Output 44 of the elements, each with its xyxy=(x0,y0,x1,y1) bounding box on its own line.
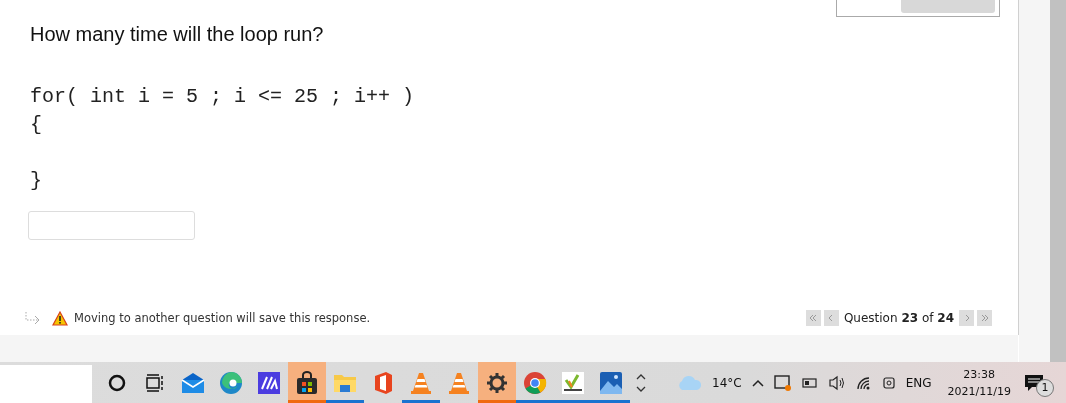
circle-icon xyxy=(107,372,127,393)
temperature-text[interactable]: 14°C xyxy=(712,375,742,390)
previous-question-button[interactable] xyxy=(823,310,839,326)
language-indicator[interactable]: ENG xyxy=(905,375,932,390)
scrollbar[interactable] xyxy=(1050,0,1066,362)
chevron-icon xyxy=(979,313,990,323)
chevron-down-icon xyxy=(636,385,646,392)
task-view-icon xyxy=(145,372,165,393)
first-question-button[interactable] xyxy=(805,310,821,326)
shopping-bag-icon xyxy=(295,370,319,395)
checkmark-icon xyxy=(561,370,585,395)
code-line: for( int i = 5 ; i <= 25 ; i++ ) xyxy=(30,84,416,110)
mail-icon xyxy=(181,371,205,394)
clock-date[interactable]: 2021/11/19 xyxy=(947,384,1011,398)
cloud-icon xyxy=(676,374,702,391)
chevron-icon xyxy=(808,313,819,323)
speaker-icon xyxy=(827,374,846,391)
chevron-up-icon xyxy=(751,378,764,387)
chrome-icon xyxy=(523,370,547,395)
code-line: { xyxy=(30,112,43,138)
gear-icon xyxy=(486,371,508,394)
traffic-cone-icon xyxy=(410,370,432,395)
wifi-icon xyxy=(855,375,872,390)
battery-icon xyxy=(801,377,818,388)
screen-icon xyxy=(773,373,792,392)
chevron-up-icon xyxy=(636,373,646,380)
edge-icon xyxy=(219,370,243,395)
office-icon xyxy=(372,370,394,395)
answer-field[interactable] xyxy=(28,211,195,240)
last-question-button[interactable] xyxy=(977,310,992,326)
arrow-icon xyxy=(24,311,42,325)
landscape-icon xyxy=(599,370,623,395)
warning-icon xyxy=(52,310,68,326)
clock-time[interactable]: 23:38 xyxy=(963,367,996,381)
notification-badge: 1 xyxy=(1036,379,1054,397)
code-line: } xyxy=(30,168,43,194)
question-counter: Question 23 of 24 xyxy=(843,311,954,325)
app-icon xyxy=(257,370,281,395)
notice-text: Moving to another question will save this response. xyxy=(74,311,371,325)
next-question-button[interactable] xyxy=(959,310,974,326)
taskbar-app[interactable] xyxy=(478,362,516,403)
question-text: How many time will the loop run? xyxy=(29,22,325,47)
taskbar-app[interactable] xyxy=(288,362,326,403)
traffic-cone-icon xyxy=(448,370,470,395)
